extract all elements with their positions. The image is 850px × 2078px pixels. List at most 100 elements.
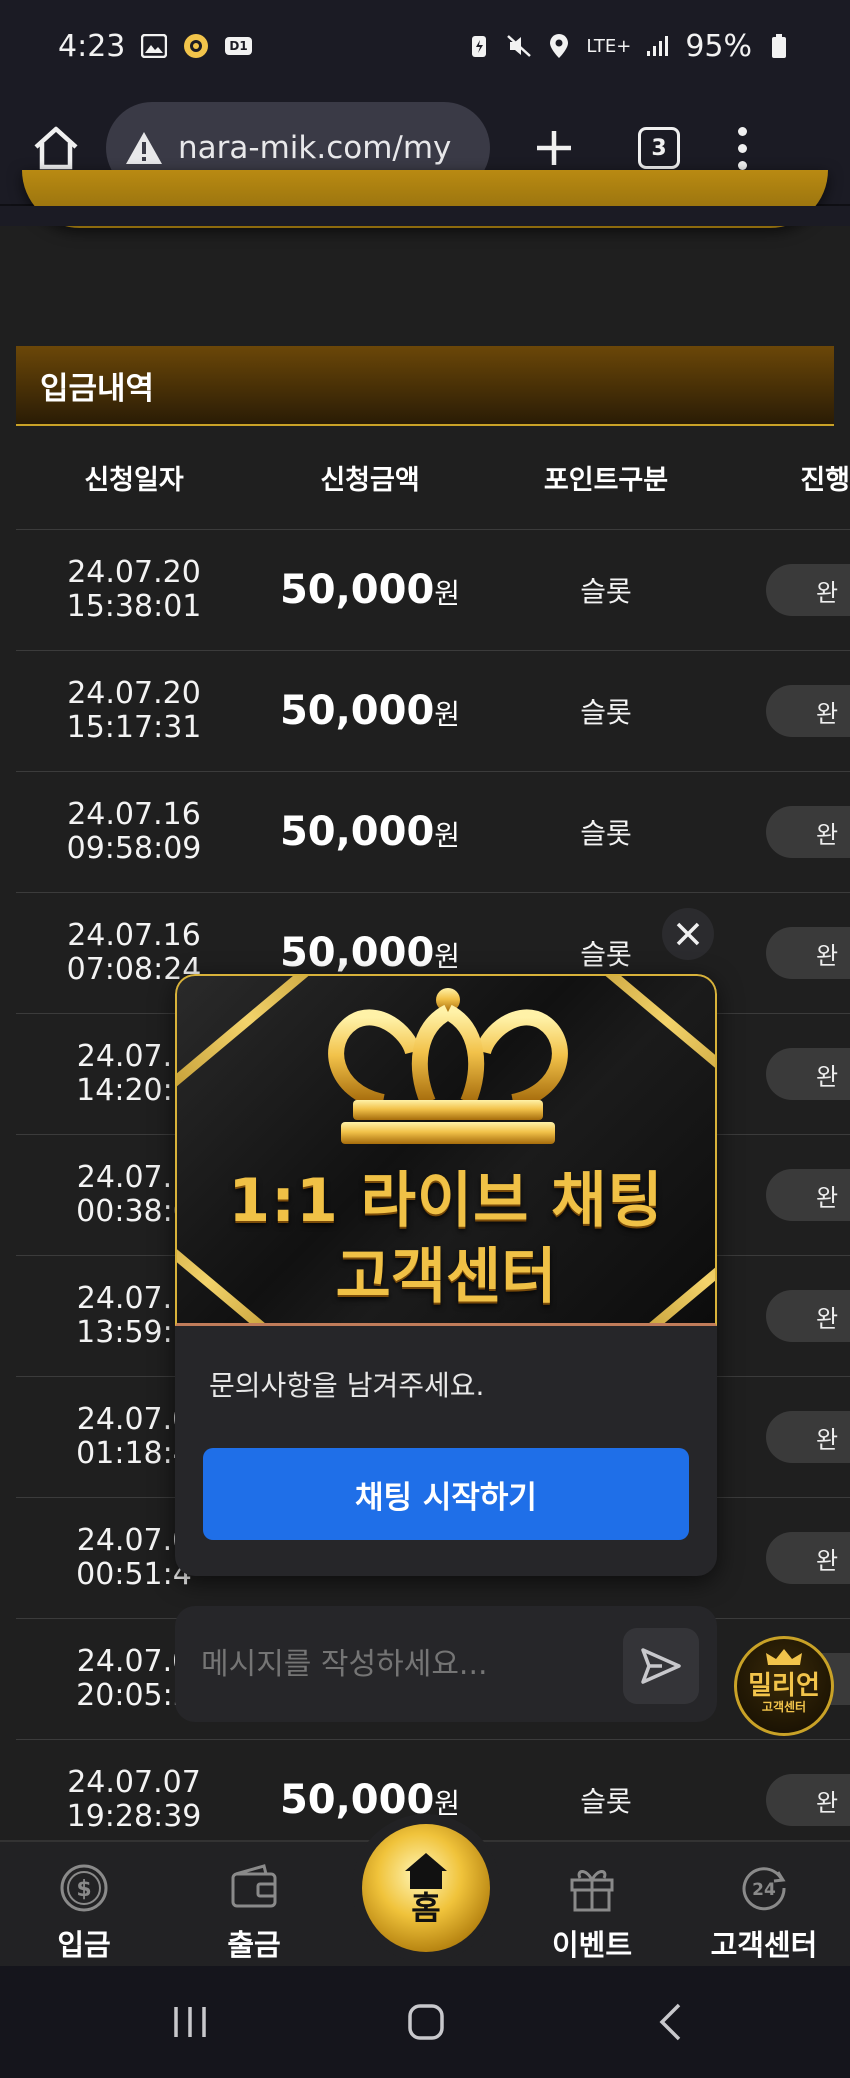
- section-title: 입금내역: [40, 370, 155, 407]
- row-amount-unit: 원: [434, 819, 461, 852]
- nav-support-label: 고객센터: [710, 1928, 818, 1962]
- row-amount-value: 50,000: [279, 688, 435, 734]
- row-datetime: 24.07.07 19:28:39: [16, 1766, 252, 1834]
- steering-icon: [183, 33, 209, 59]
- nav-home-button[interactable]: 홈: [362, 1824, 490, 1952]
- live-chat-widget: 1:1 라이브 채팅 고객센터 문의사항을 남겨주세요. 채팅 시작하기: [175, 974, 717, 1576]
- warning-icon: [126, 132, 162, 164]
- battery-percent: 95%: [685, 28, 752, 64]
- row-amount: 50,000원: [252, 688, 488, 734]
- table-row: 24.07.20 15:38:01 50,000원 슬롯 완: [16, 530, 850, 651]
- row-date: 24.07.07: [67, 1765, 201, 1800]
- chat-message-input[interactable]: [201, 1646, 601, 1682]
- row-status-badge[interactable]: 완: [766, 806, 850, 858]
- send-button[interactable]: [623, 1628, 699, 1704]
- row-status-badge[interactable]: 완: [766, 1774, 850, 1826]
- d1-badge: D1: [225, 37, 252, 55]
- new-tab-button[interactable]: [524, 118, 584, 178]
- row-status-badge[interactable]: 완: [766, 1290, 850, 1342]
- table-row: 24.07.16 09:58:09 50,000원 슬롯 완: [16, 772, 850, 893]
- svg-text:$: $: [76, 1877, 91, 1902]
- page: 4:23 D1 LTE+ 95% nara-mik.com/my 3 입금내역 …: [0, 0, 850, 2078]
- status-time: 4:23: [58, 28, 126, 64]
- chat-close-button[interactable]: [662, 908, 714, 960]
- row-amount-value: 50,000: [279, 930, 435, 976]
- floating-logo-title: 밀리언: [748, 1671, 820, 1701]
- row-status-badge[interactable]: 완: [766, 927, 850, 979]
- browser-menu-button[interactable]: [738, 126, 747, 170]
- battery-icon: [766, 33, 792, 59]
- row-status-badge[interactable]: 완: [766, 1169, 850, 1221]
- tab-switcher-button[interactable]: 3: [638, 127, 680, 169]
- row-amount-value: 50,000: [279, 567, 435, 613]
- nav-deposit[interactable]: $ 입금: [14, 1842, 154, 1968]
- home-icon: [405, 1853, 447, 1889]
- column-header-date: 신청일자: [84, 465, 184, 496]
- row-status-badge[interactable]: 완: [766, 564, 850, 616]
- row-date: 24.07.20: [67, 555, 201, 590]
- status-bar: 4:23 D1 LTE+ 95%: [0, 0, 850, 92]
- row-time: 15:17:31: [66, 710, 202, 745]
- row-time: 19:28:39: [66, 1799, 202, 1834]
- plus-icon: [537, 131, 571, 165]
- nav-event[interactable]: 이벤트: [522, 1842, 662, 1968]
- row-status-badge[interactable]: 완: [766, 1411, 850, 1463]
- deposit-history-header: 입금내역: [16, 346, 834, 426]
- recent-apps-button[interactable]: [170, 1998, 210, 2046]
- back-icon: [659, 2003, 681, 2041]
- floating-logo-subtitle: 고객센터: [761, 1700, 807, 1714]
- mute-icon: [506, 33, 532, 59]
- row-point-type: 슬롯: [580, 696, 632, 729]
- table-header-row: 신청일자 신청금액 포인트구분 진행: [16, 426, 850, 530]
- banner-title: 1:1 라이브 채팅: [228, 1166, 664, 1236]
- wallet-icon: [228, 1862, 280, 1914]
- nav-event-label: 이벤트: [551, 1928, 633, 1962]
- row-datetime: 24.07.20 15:38:01: [16, 556, 252, 624]
- row-date: 24.07.20: [67, 676, 201, 711]
- row-amount: 50,000원: [252, 1777, 488, 1823]
- nav-deposit-label: 입금: [57, 1928, 111, 1962]
- close-icon: [676, 922, 700, 946]
- home-icon: [34, 126, 78, 170]
- row-amount-unit: 원: [434, 698, 461, 731]
- gallery-icon: [141, 33, 168, 59]
- support-center-floating-button[interactable]: 밀리언 고객센터: [734, 1636, 834, 1736]
- system-back-button[interactable]: [650, 1998, 690, 2046]
- support-24-icon: 24: [738, 1862, 790, 1914]
- row-amount: 50,000원: [252, 567, 488, 613]
- nav-home-label: 홈: [411, 1889, 441, 1927]
- row-amount-unit: 원: [434, 577, 461, 610]
- nav-withdraw-label: 출금: [227, 1928, 281, 1962]
- location-icon: [546, 33, 572, 59]
- chat-prompt-text: 문의사항을 남겨주세요.: [209, 1369, 485, 1402]
- row-datetime: 24.07.20 15:17:31: [16, 677, 252, 745]
- column-header-point-type: 포인트구분: [543, 465, 669, 496]
- url-text: nara-mik.com/my: [178, 130, 452, 166]
- row-status-badge[interactable]: 완: [766, 1532, 850, 1584]
- row-date: 24.07.16: [67, 797, 201, 832]
- row-status-badge[interactable]: 완: [766, 685, 850, 737]
- row-point-type: 슬롯: [580, 817, 632, 850]
- system-home-button[interactable]: [404, 1998, 448, 2046]
- network-type: LTE+: [586, 35, 632, 57]
- nav-support[interactable]: 24 고객센터: [694, 1842, 834, 1968]
- send-icon: [641, 1648, 681, 1684]
- row-amount: 50,000원: [252, 930, 488, 976]
- row-status-badge[interactable]: 완: [766, 1048, 850, 1100]
- gift-icon: [566, 1862, 618, 1914]
- column-header-amount: 신청금액: [320, 465, 420, 496]
- nav-withdraw[interactable]: 출금: [184, 1842, 324, 1968]
- row-point-type: 슬롯: [580, 575, 632, 608]
- recent-apps-icon: [174, 2007, 206, 2037]
- system-home-icon: [408, 2004, 444, 2040]
- row-date: 24.07.16: [67, 918, 201, 953]
- chat-banner: 1:1 라이브 채팅 고객센터: [175, 974, 717, 1326]
- chat-input-bar: [175, 1606, 717, 1722]
- start-chat-button[interactable]: 채팅 시작하기: [203, 1448, 689, 1540]
- svg-text:24: 24: [752, 1880, 776, 1900]
- row-time: 09:58:09: [66, 831, 202, 866]
- row-amount-value: 50,000: [279, 809, 435, 855]
- crown-icon: [328, 988, 568, 1144]
- banner-subtitle: 고객센터: [335, 1242, 557, 1312]
- system-navigation-bar: [0, 1966, 850, 2078]
